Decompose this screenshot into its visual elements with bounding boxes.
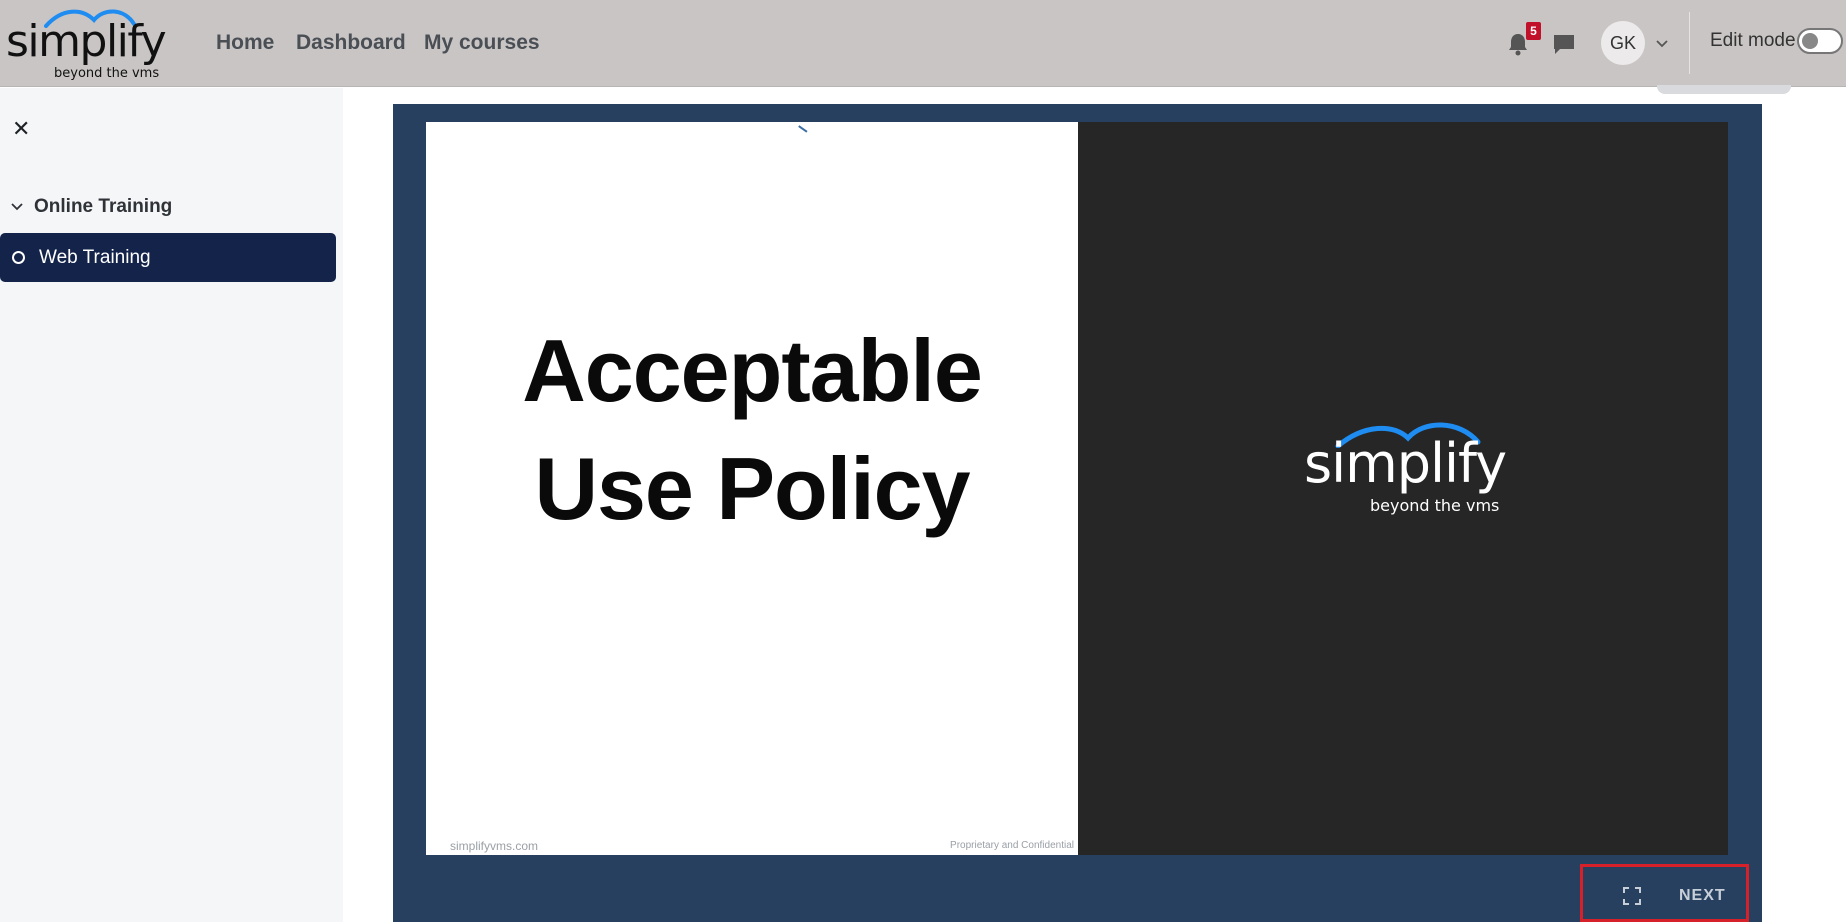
brand-wordmark: simplify — [6, 16, 167, 67]
slide: Acceptable Use Policy simplifyvms.com Pr… — [426, 122, 1728, 855]
slide-title-line1: Acceptable — [522, 321, 983, 420]
slide-logo-tagline: beyond the vms — [1370, 496, 1500, 515]
slide-mark — [798, 125, 808, 133]
nav-home[interactable]: Home — [216, 31, 274, 55]
slide-left-panel: Acceptable Use Policy simplifyvms.com Pr… — [426, 122, 1078, 855]
brand-logo[interactable]: simplify beyond the vms — [6, 4, 176, 82]
chat-bubble-icon — [1554, 35, 1574, 54]
slide-footer-website: simplifyvms.com — [450, 839, 539, 853]
section-online-training[interactable]: Online Training — [10, 196, 172, 218]
messages-button[interactable] — [1550, 30, 1578, 58]
section-title: Online Training — [34, 196, 173, 217]
chevron-down-icon — [1656, 40, 1668, 48]
navbar-divider — [1689, 12, 1690, 74]
brand-tagline: beyond the vms — [54, 66, 160, 81]
slide-title-line2: Use Policy — [534, 439, 970, 538]
nav-my-courses[interactable]: My courses — [424, 31, 540, 55]
close-drawer-icon[interactable]: ✕ — [12, 116, 30, 142]
slide-logo: simplify beyond the vms — [1304, 418, 1544, 528]
slide-footer-confidential: Proprietary and Confidential — [950, 840, 1074, 851]
edit-mode-label: Edit mode — [1710, 30, 1796, 51]
fullscreen-icon — [1623, 887, 1641, 905]
top-navbar: simplify beyond the vms Home Dashboard M… — [0, 0, 1846, 87]
fullscreen-button[interactable] — [1623, 887, 1641, 910]
nav-dashboard[interactable]: Dashboard — [296, 31, 406, 55]
edit-mode-toggle[interactable] — [1797, 28, 1843, 54]
chevron-down-icon — [11, 203, 23, 211]
notification-count-badge: 5 — [1526, 22, 1541, 40]
user-menu-toggle[interactable] — [1652, 34, 1672, 54]
toggle-knob — [1802, 33, 1818, 49]
user-avatar[interactable]: GK — [1601, 21, 1645, 65]
slide-title: Acceptable Use Policy — [426, 312, 1078, 548]
scroll-indicator — [1657, 85, 1791, 94]
slide-logo-wordmark: simplify — [1304, 432, 1507, 495]
completion-circle-icon — [12, 251, 25, 264]
next-button[interactable]: NEXT — [1679, 887, 1726, 905]
activity-web-training[interactable]: Web Training — [0, 233, 336, 282]
slide-right-panel: simplify beyond the vms — [1078, 122, 1728, 855]
activity-label: Web Training — [39, 246, 151, 268]
